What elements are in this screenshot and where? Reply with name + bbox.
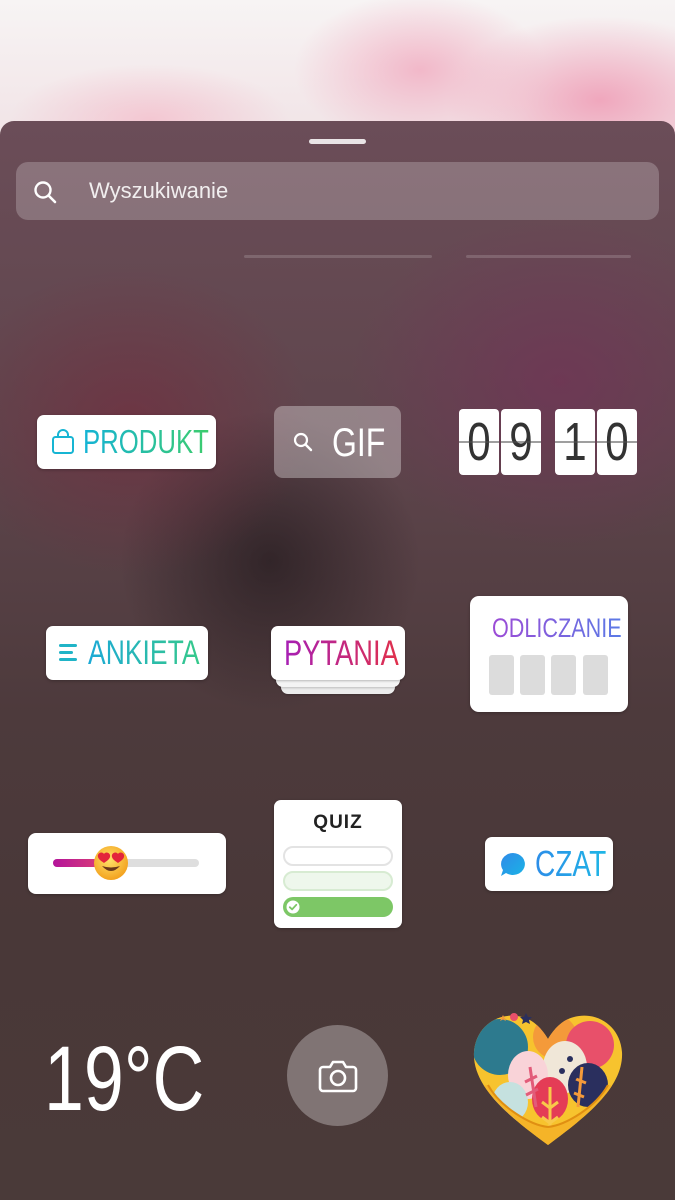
shopping-bag-icon xyxy=(52,429,74,454)
quiz-option xyxy=(283,846,393,866)
questions-sticker[interactable]: PYTANIA xyxy=(271,626,405,694)
product-sticker[interactable]: PRODUKT xyxy=(37,415,216,469)
quiz-option xyxy=(283,871,393,891)
drag-handle[interactable] xyxy=(309,139,366,144)
countdown-sticker[interactable]: ODLICZANIE xyxy=(470,596,628,712)
camera-sticker[interactable] xyxy=(287,1025,388,1126)
gif-sticker[interactable]: GIF xyxy=(274,406,401,478)
divider xyxy=(466,255,631,258)
divider xyxy=(244,255,432,258)
quiz-option-correct xyxy=(283,897,393,917)
search-icon xyxy=(34,181,57,204)
quiz-sticker[interactable]: QUIZ xyxy=(274,800,402,928)
clock-digit: 0 xyxy=(597,409,637,475)
heart-eyes-emoji-icon xyxy=(94,846,129,880)
chat-sticker[interactable]: CZAT xyxy=(485,837,613,891)
clock-digit: 0 xyxy=(459,409,499,475)
emoji-slider-sticker[interactable] xyxy=(28,833,226,894)
clock-digit: 1 xyxy=(555,409,595,475)
heart-illustration-sticker[interactable] xyxy=(470,1007,626,1147)
quiz-label: QUIZ xyxy=(313,812,363,833)
card-stack-layer: PYTANIA xyxy=(271,626,405,680)
sticker-tray: Wyszukiwanie PRODUKT GIF 0 9 1 0 ANKIETA xyxy=(0,121,675,1200)
poll-lines-icon xyxy=(59,644,77,665)
countdown-boxes xyxy=(489,655,609,695)
chat-label: CZAT xyxy=(535,843,607,884)
gif-label: GIF xyxy=(332,421,386,465)
chat-bubble-icon xyxy=(501,853,525,876)
poll-sticker[interactable]: ANKIETA xyxy=(46,626,208,680)
camera-icon xyxy=(318,1060,358,1093)
story-background xyxy=(0,0,675,140)
search-input[interactable]: Wyszukiwanie xyxy=(16,162,659,220)
countdown-label: ODLICZANIE xyxy=(492,613,622,643)
search-icon xyxy=(293,432,313,452)
check-icon xyxy=(286,900,300,914)
questions-label: PYTANIA xyxy=(284,634,399,673)
clock-digit: 9 xyxy=(501,409,541,475)
poll-label: ANKIETA xyxy=(88,634,200,672)
search-placeholder: Wyszukiwanie xyxy=(89,178,229,203)
time-sticker[interactable]: 0 9 1 0 xyxy=(459,409,639,475)
temperature-sticker[interactable]: 19°C xyxy=(44,1033,204,1125)
product-label: PRODUKT xyxy=(83,423,209,460)
